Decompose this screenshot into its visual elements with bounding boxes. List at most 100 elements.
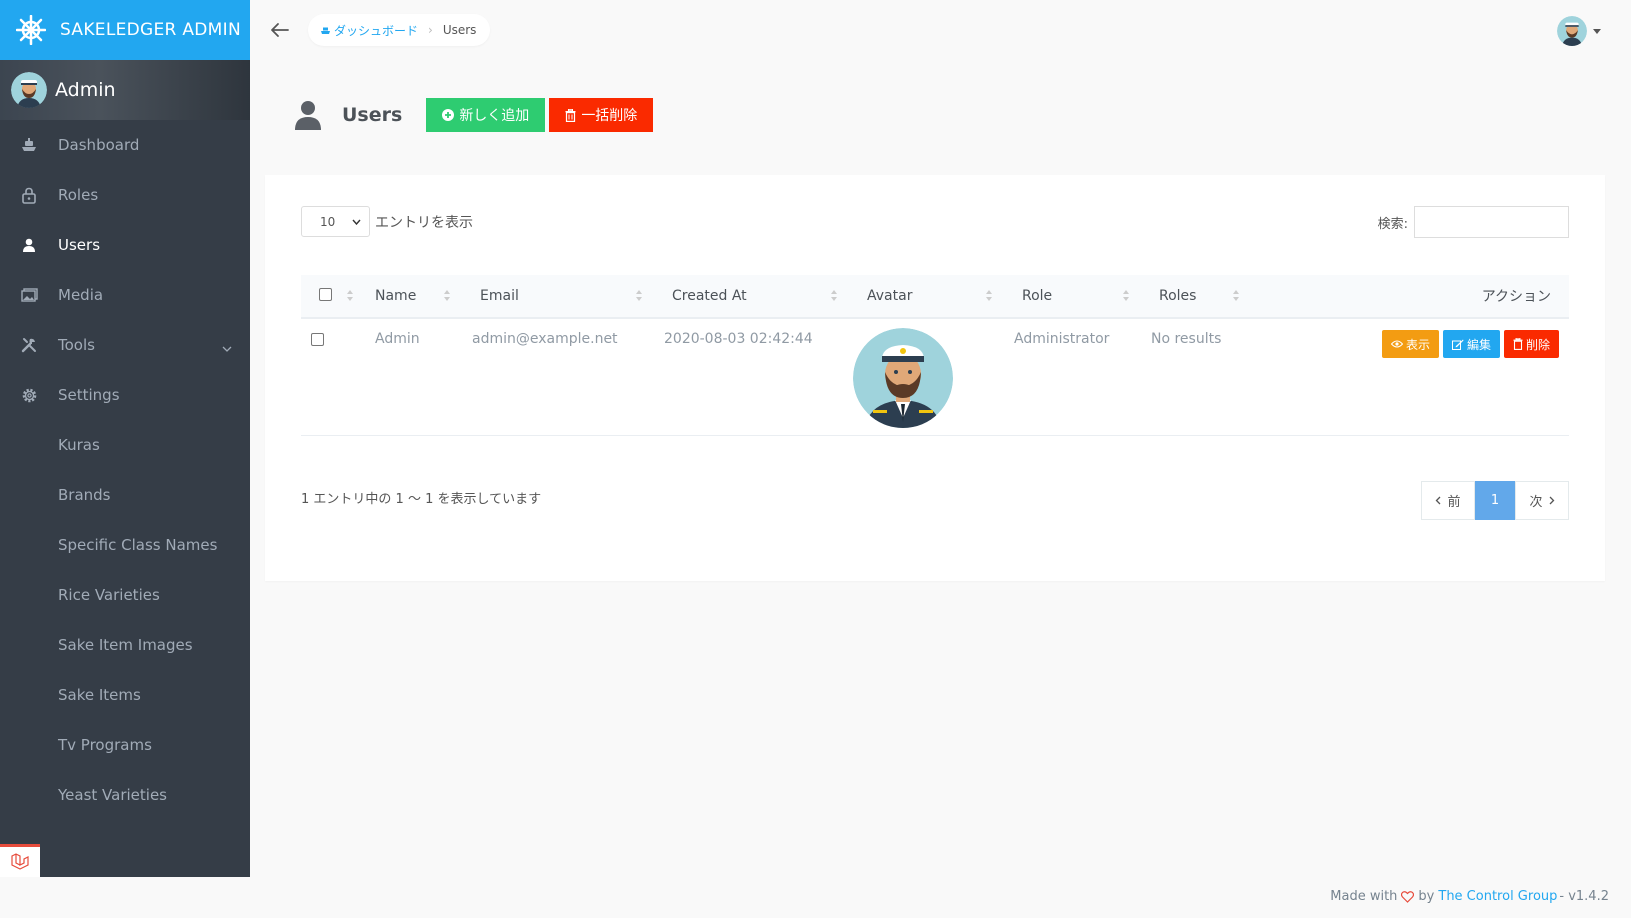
bulk-delete-button[interactable]: 一括削除	[549, 98, 654, 132]
pagination-next[interactable]: 次	[1515, 481, 1569, 520]
select-all-checkbox[interactable]	[319, 287, 332, 301]
column-header-name[interactable]: Name	[363, 275, 460, 318]
column-header-label: アクション	[1481, 289, 1551, 305]
sidebar-item-sake-item-images[interactable]: Sake Item Images	[0, 620, 250, 670]
footer-version: - v1.4.2	[1559, 889, 1609, 904]
user-menu[interactable]	[1557, 16, 1601, 46]
column-header-created-at[interactable]: Created At	[652, 275, 847, 318]
row-select-cell	[301, 318, 363, 435]
pagination: 前 1 次	[1421, 481, 1569, 520]
add-new-label: 新しく追加	[459, 108, 530, 124]
page-header: Users 新しく追加 一括削除	[294, 98, 654, 132]
sidebar-item-label: Roles	[58, 186, 99, 204]
boat-icon	[321, 27, 330, 34]
cell-role: Administrator	[1014, 331, 1110, 347]
sidebar-item-media[interactable]: Media	[0, 270, 250, 320]
cell-roles: No results	[1151, 331, 1222, 347]
breadcrumb-current: Users	[442, 23, 477, 37]
edit-icon	[1451, 339, 1464, 350]
column-header-avatar[interactable]: Avatar	[847, 275, 1002, 318]
laravel-logo-icon[interactable]	[0, 844, 40, 877]
sidebar-item-rice-varieties[interactable]: Rice Varieties	[0, 570, 250, 620]
person-icon	[295, 101, 321, 130]
column-header-role[interactable]: Role	[1002, 275, 1139, 318]
pagination-next-label: 次	[1529, 495, 1543, 510]
brand-header[interactable]: SAKELEDGER ADMIN	[0, 0, 250, 60]
table-header-row: Name Email Created At Avatar Role Roles …	[301, 275, 1569, 318]
entries-length-select[interactable]: 10	[301, 206, 370, 237]
breadcrumb-home-label: ダッシュボード	[334, 23, 419, 38]
sidebar-item-brands[interactable]: Brands	[0, 470, 250, 520]
bulk-delete-label: 一括削除	[581, 108, 638, 124]
breadcrumb-home[interactable]: ダッシュボード	[320, 22, 418, 39]
sidebar-item-dashboard[interactable]: Dashboard	[0, 120, 250, 170]
brand-title: SAKELEDGER ADMIN	[60, 20, 241, 40]
entries-length-value: 10	[320, 214, 336, 229]
entries-length-label: エントリを表示	[375, 214, 473, 231]
sidebar-item-label: Users	[58, 236, 101, 254]
cell-created-at: 2020-08-03 02:42:44	[664, 331, 813, 347]
pagination-page-1[interactable]: 1	[1475, 481, 1515, 520]
lock-icon	[20, 186, 38, 204]
sidebar: SAKELEDGER ADMIN Admin Dashboard Roles U…	[0, 0, 250, 877]
add-new-button[interactable]: 新しく追加	[426, 98, 546, 132]
tools-icon	[20, 336, 38, 354]
footer-made-with: Made with	[1330, 889, 1398, 904]
sidebar-item-label: Tools	[58, 336, 95, 354]
row-checkbox[interactable]	[311, 333, 324, 346]
cell-actions: 表示 編集 削除	[1249, 318, 1569, 435]
sidebar-item-users[interactable]: Users	[0, 220, 250, 270]
view-label: 表示	[1405, 337, 1430, 352]
sidebar-nav: Dashboard Roles Users Media Tools Settin…	[0, 120, 250, 820]
footer-by: by	[1418, 889, 1435, 904]
select-all-header	[301, 275, 363, 318]
edit-button[interactable]: 編集	[1442, 330, 1500, 358]
profile-name: Admin	[55, 79, 116, 101]
avatar	[11, 72, 47, 108]
sidebar-item-kuras[interactable]: Kuras	[0, 420, 250, 470]
back-arrow-icon[interactable]	[268, 18, 292, 42]
column-header-email[interactable]: Email	[460, 275, 652, 318]
chevron-down-icon	[352, 219, 361, 225]
row-actions: 表示 編集 削除	[1261, 330, 1569, 358]
ship-wheel-icon	[16, 15, 46, 45]
sort-icon	[444, 290, 450, 301]
sidebar-profile[interactable]: Admin	[0, 60, 250, 120]
column-header-label: Role	[1022, 288, 1053, 304]
search-label: 検索:	[1377, 216, 1408, 232]
cell-avatar	[847, 318, 1002, 435]
cell-email: admin@example.net	[472, 331, 618, 347]
sidebar-item-tv-programs[interactable]: Tv Programs	[0, 720, 250, 770]
footer-link[interactable]: The Control Group	[1438, 889, 1557, 904]
column-header-roles[interactable]: Roles	[1139, 275, 1249, 318]
sidebar-item-yeast-varieties[interactable]: Yeast Varieties	[0, 770, 250, 820]
search-input[interactable]	[1414, 206, 1569, 238]
cell-name: Admin	[375, 331, 420, 347]
sidebar-item-specific-class-names[interactable]: Specific Class Names	[0, 520, 250, 570]
breadcrumb-separator: ›	[428, 23, 433, 37]
heart-icon	[1401, 890, 1415, 903]
avatar	[1557, 16, 1587, 46]
edit-label: 編集	[1466, 337, 1491, 352]
caret-down-icon	[1593, 28, 1601, 34]
boat-icon	[20, 136, 38, 154]
sidebar-item-settings[interactable]: Settings	[0, 370, 250, 420]
sidebar-item-tools[interactable]: Tools	[0, 320, 250, 370]
pagination-prev-label: 前	[1447, 495, 1461, 510]
table-info: 1 エントリ中の 1 〜 1 を表示しています	[301, 492, 542, 507]
sort-icon[interactable]	[347, 290, 353, 301]
sidebar-item-label: Media	[58, 286, 104, 304]
chevron-down-icon	[222, 338, 232, 356]
users-table: Name Email Created At Avatar Role Roles …	[301, 275, 1569, 436]
view-button[interactable]: 表示	[1381, 330, 1439, 358]
sort-icon	[1123, 290, 1129, 301]
eye-icon	[1390, 340, 1403, 348]
sidebar-item-sake-items[interactable]: Sake Items	[0, 670, 250, 720]
delete-label: 削除	[1525, 337, 1550, 352]
delete-button[interactable]: 削除	[1503, 330, 1559, 358]
chevron-left-icon	[1436, 496, 1441, 505]
column-header-label: Created At	[672, 288, 747, 304]
column-header-label: Roles	[1159, 288, 1197, 304]
sidebar-item-roles[interactable]: Roles	[0, 170, 250, 220]
pagination-prev[interactable]: 前	[1421, 481, 1475, 520]
